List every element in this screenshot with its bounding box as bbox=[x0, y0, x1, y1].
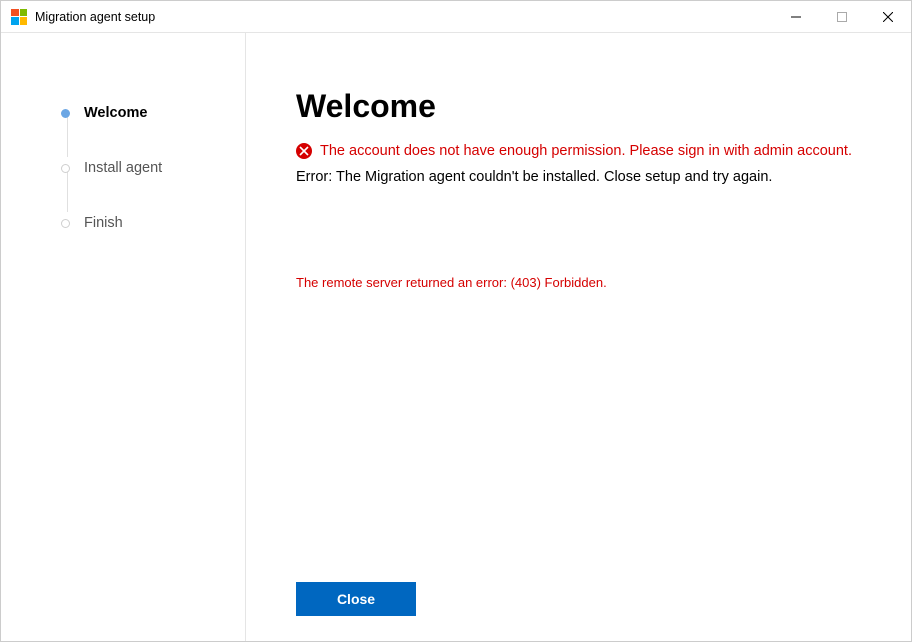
step-finish: Finish bbox=[61, 213, 245, 233]
minimize-button[interactable] bbox=[773, 1, 819, 32]
step-connector bbox=[67, 172, 68, 212]
step-dot-icon bbox=[61, 219, 70, 228]
install-error-text: Error: The Migration agent couldn't be i… bbox=[296, 169, 861, 185]
sidebar: Welcome Install agent Finish bbox=[1, 33, 246, 641]
step-label: Welcome bbox=[84, 105, 147, 121]
close-button[interactable]: Close bbox=[296, 582, 416, 616]
permission-error-line: The account does not have enough permiss… bbox=[296, 143, 861, 159]
window-controls bbox=[773, 1, 911, 32]
error-icon bbox=[296, 143, 312, 159]
step-label: Finish bbox=[84, 215, 123, 231]
step-install-agent: Install agent bbox=[61, 158, 245, 178]
permission-error-text: The account does not have enough permiss… bbox=[320, 143, 852, 159]
window-body: Welcome Install agent Finish Welcome bbox=[1, 33, 911, 641]
step-welcome: Welcome bbox=[61, 103, 245, 123]
main-content: Welcome The account does not have enough… bbox=[246, 33, 911, 641]
step-dot-icon bbox=[61, 109, 70, 118]
server-error-text: The remote server returned an error: (40… bbox=[296, 275, 861, 290]
step-dot-icon bbox=[61, 164, 70, 173]
page-title: Welcome bbox=[296, 88, 861, 125]
titlebar: Migration agent setup bbox=[1, 1, 911, 33]
window-frame: Migration agent setup Welcome bbox=[0, 0, 912, 642]
microsoft-logo-icon bbox=[11, 9, 27, 25]
footer: Close bbox=[296, 582, 861, 621]
step-label: Install agent bbox=[84, 160, 162, 176]
step-connector bbox=[67, 117, 68, 157]
close-window-button[interactable] bbox=[865, 1, 911, 32]
step-list: Welcome Install agent Finish bbox=[61, 103, 245, 233]
window-title: Migration agent setup bbox=[35, 10, 773, 24]
maximize-button bbox=[819, 1, 865, 32]
